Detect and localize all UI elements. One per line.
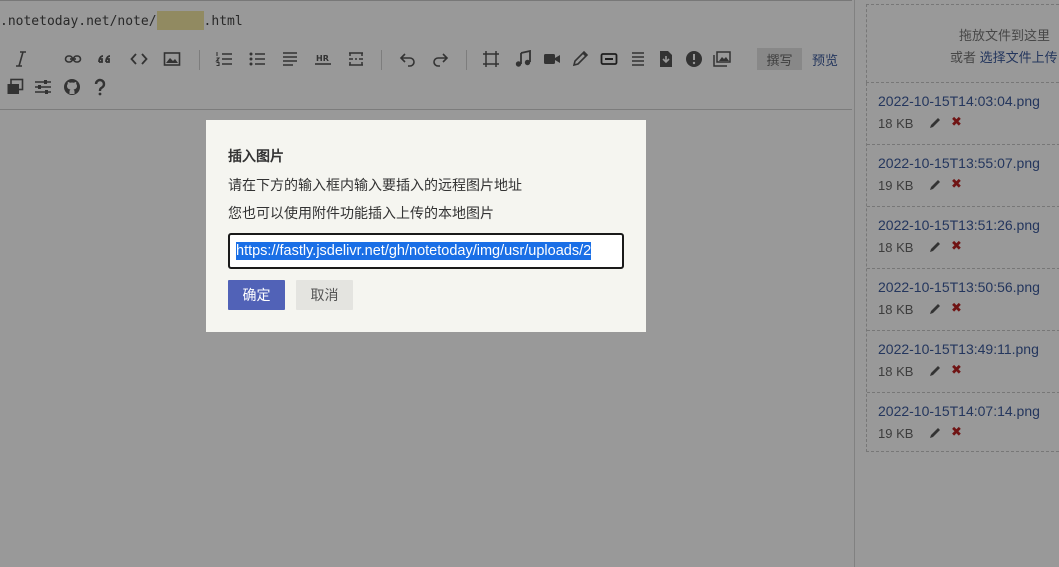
insert-image-dialog: 插入图片 请在下方的输入框内输入要插入的远程图片地址 您也可以使用附件功能插入上… <box>206 120 646 332</box>
image-url-value: https://fastly.jsdelivr.net/gh/notetoday… <box>236 242 592 260</box>
dialog-title: 插入图片 <box>228 148 284 164</box>
cancel-button[interactable]: 取消 <box>296 280 353 310</box>
dialog-hint: 您也可以使用附件功能插入上传的本地图片 <box>228 205 494 221</box>
dialog-instruction: 请在下方的输入框内输入要插入的远程图片地址 <box>228 177 522 193</box>
image-url-input[interactable]: https://fastly.jsdelivr.net/gh/notetoday… <box>228 233 624 269</box>
confirm-button[interactable]: 确定 <box>228 280 285 310</box>
